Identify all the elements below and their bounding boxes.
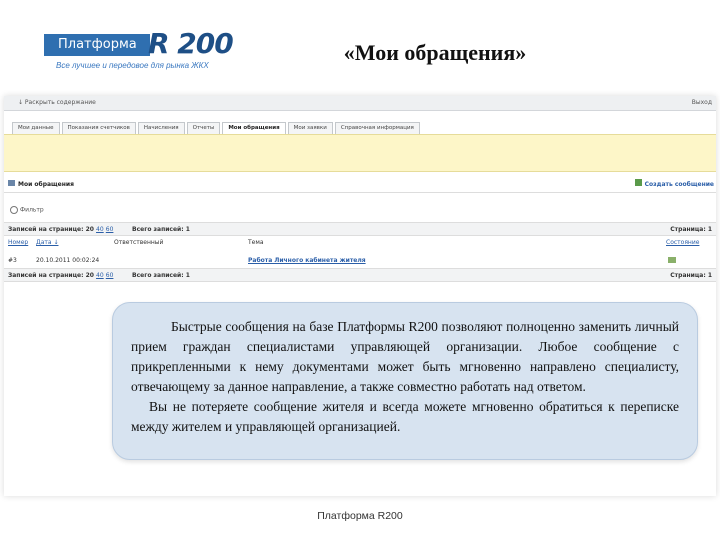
- footer: Платформа R200: [317, 510, 403, 522]
- row-number: #3: [8, 257, 17, 264]
- tab-reference-info[interactable]: Справочная информация: [334, 122, 420, 134]
- total-records: Всего записей: 1: [132, 226, 190, 233]
- callout-paragraph-2: Вы не потеряете сообщение жителя и всегд…: [131, 399, 679, 434]
- section-header: Мои обращения Создать сообщение: [4, 176, 716, 193]
- tab-my-data[interactable]: Мои данные: [12, 122, 60, 134]
- pager-top: Записей на странице: 20 40 60 Всего запи…: [4, 222, 716, 236]
- table-row[interactable]: #3 20.10.2011 00:02:24 Работа Личного ка…: [4, 254, 716, 266]
- row-topic-link[interactable]: Работа Личного кабинета жителя: [248, 257, 366, 264]
- tab-reports[interactable]: Отчеты: [186, 122, 221, 134]
- logo-brand: R 200: [148, 27, 234, 60]
- logo-tagline: Все лучшее и передовое для рынка ЖКХ: [56, 61, 209, 70]
- per-page-40[interactable]: 40: [96, 272, 104, 279]
- description-callout: Быстрые сообщения на базе Платформы R200…: [112, 302, 698, 460]
- callout-paragraph-1: Быстрые сообщения на базе Платформы R200…: [131, 319, 679, 394]
- table-header: Номер Дата ↓ Ответственный Тема Состояни…: [4, 236, 716, 248]
- slide-title: «Мои обращения»: [343, 40, 527, 65]
- filter-toggle[interactable]: Фильтр: [10, 206, 44, 214]
- tab-bar: Мои данные Показания счетчиков Начислени…: [12, 122, 422, 134]
- tab-my-orders[interactable]: Мои заявки: [287, 122, 333, 134]
- col-status[interactable]: Состояние: [666, 239, 699, 246]
- col-number[interactable]: Номер: [8, 239, 28, 246]
- row-date: 20.10.2011 00:02:24: [36, 257, 100, 264]
- col-responsible: Ответственный: [114, 239, 164, 246]
- page-indicator: Страница: 1: [670, 226, 712, 233]
- create-message-button[interactable]: Создать сообщение: [645, 181, 714, 188]
- section-title: Мои обращения: [18, 181, 74, 188]
- messages-icon: [8, 180, 15, 186]
- top-bar: ↓ Раскрыть содержание Выход: [4, 96, 716, 111]
- logout-link[interactable]: Выход: [692, 99, 712, 106]
- logo: Платформа R 200 Все лучшее и передовое д…: [44, 29, 234, 74]
- info-band: [4, 134, 716, 172]
- tab-my-requests[interactable]: Мои обращения: [222, 122, 286, 134]
- per-page-40[interactable]: 40: [96, 226, 104, 233]
- per-page-label: Записей на странице: 20: [8, 226, 94, 233]
- page-indicator: Страница: 1: [670, 272, 712, 279]
- total-records: Всего записей: 1: [132, 272, 190, 279]
- create-message-icon: [635, 179, 642, 186]
- per-page-label: Записей на странице: 20: [8, 272, 94, 279]
- status-icon: [668, 257, 676, 263]
- col-topic: Тема: [248, 239, 264, 246]
- logo-word: Платформа: [44, 34, 150, 56]
- filter-icon: [10, 206, 18, 214]
- tab-meter-readings[interactable]: Показания счетчиков: [61, 122, 136, 134]
- expand-content-link[interactable]: ↓ Раскрыть содержание: [18, 99, 96, 106]
- per-page-60[interactable]: 60: [106, 272, 114, 279]
- per-page-60[interactable]: 60: [106, 226, 114, 233]
- filter-label: Фильтр: [20, 206, 44, 214]
- pager-bottom: Записей на странице: 20 40 60 Всего запи…: [4, 268, 716, 282]
- tab-charges[interactable]: Начисления: [137, 122, 185, 134]
- col-date[interactable]: Дата ↓: [36, 239, 58, 246]
